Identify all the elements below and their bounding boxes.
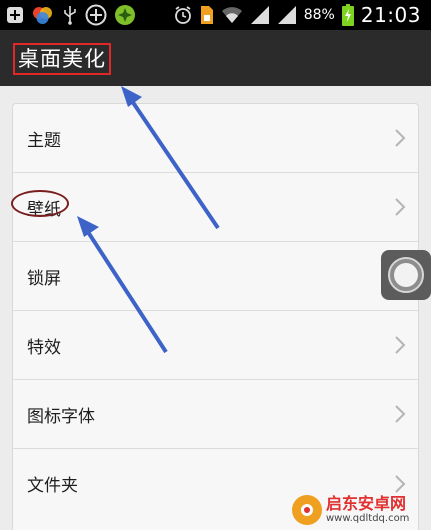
- overlap-circles-icon: [31, 5, 55, 25]
- status-bar-notifications: [6, 4, 136, 26]
- watermark-url: www.qdltdq.com: [326, 513, 410, 524]
- status-bar-system: 88% 21:03: [173, 3, 421, 27]
- list-item-wallpaper[interactable]: 壁纸: [13, 173, 418, 242]
- watermark-text: 启东安卓网 www.qdltdq.com: [326, 496, 409, 524]
- list-item-icon-font[interactable]: 图标字体: [13, 380, 418, 449]
- page-title: 桌面美化: [13, 43, 111, 75]
- status-bar: 88% 21:03: [0, 0, 431, 30]
- add-circle-icon: [85, 4, 107, 26]
- usb-icon: [62, 5, 78, 25]
- chevron-right-icon: [395, 198, 406, 216]
- watermark-title: 启东安卓网: [326, 494, 407, 513]
- list-item-label: 主题: [27, 130, 61, 151]
- sim-icon: [200, 5, 214, 25]
- alarm-icon: [173, 5, 193, 25]
- game-icon: [114, 4, 136, 26]
- chevron-right-icon: [395, 405, 406, 423]
- plus-icon: [6, 6, 24, 24]
- list-item-effects[interactable]: 特效: [13, 311, 418, 380]
- assistive-touch-button[interactable]: [381, 250, 431, 300]
- assistive-touch-ring: [388, 257, 424, 293]
- wifi-icon: [221, 6, 243, 24]
- list-item-label: 文件夹: [27, 476, 78, 496]
- list-item-label: 锁屏: [27, 268, 61, 289]
- list-item-label: 特效: [27, 337, 61, 358]
- highlight-ellipse: [11, 190, 69, 217]
- chevron-right-icon: [395, 336, 406, 354]
- watermark-logo-icon: [292, 495, 322, 525]
- watermark: 启东安卓网 www.qdltdq.com: [292, 490, 428, 530]
- battery-charging-icon: [341, 4, 354, 26]
- signal-icon: [250, 5, 270, 25]
- clock: 21:03: [360, 3, 421, 27]
- list-item-label: 图标字体: [27, 406, 95, 427]
- battery-percent: 88%: [303, 7, 335, 23]
- settings-list: 主题 壁纸 锁屏 特效 图标字体 文件夹: [12, 103, 419, 530]
- chevron-right-icon: [395, 129, 406, 147]
- list-item-lockscreen[interactable]: 锁屏: [13, 242, 418, 311]
- assistive-touch-core: [394, 263, 418, 287]
- list-item-theme[interactable]: 主题: [13, 104, 418, 173]
- signal-icon: [277, 5, 297, 25]
- title-bar: 桌面美化: [0, 30, 431, 86]
